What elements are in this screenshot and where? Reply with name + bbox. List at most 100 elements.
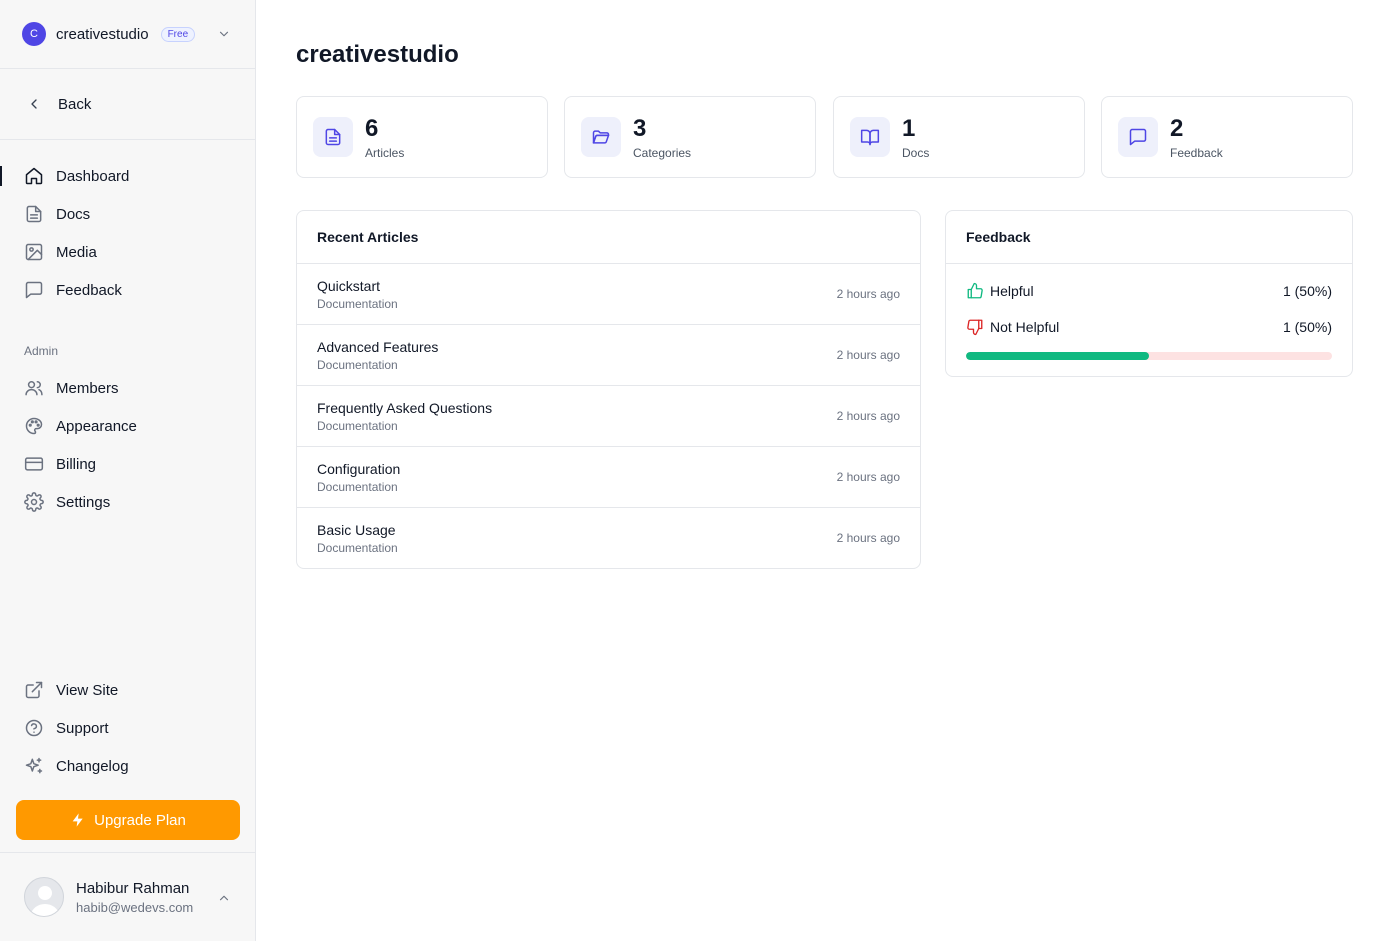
sidebar-item-settings[interactable]: Settings	[0, 483, 255, 521]
stat-card-docs: 1 Docs	[833, 96, 1085, 178]
sidebar: C creativestudio Free Back Dashboard Doc…	[0, 0, 256, 941]
article-title: Advanced Features	[317, 339, 439, 355]
palette-icon	[24, 416, 44, 436]
sidebar-item-label: Docs	[56, 205, 91, 223]
external-link-icon	[24, 680, 44, 700]
sidebar-item-label: View Site	[56, 681, 119, 699]
book-open-icon	[850, 117, 890, 157]
image-icon	[24, 242, 44, 262]
sidebar-item-label: Support	[56, 719, 109, 737]
article-doc: Documentation	[317, 297, 398, 311]
article-doc: Documentation	[317, 419, 398, 433]
list-item[interactable]: Quickstart Documentation 2 hours ago	[297, 264, 920, 325]
sidebar-item-label: Dashboard	[56, 167, 130, 185]
not-helpful-label: Not Helpful	[990, 319, 1060, 335]
sidebar-item-docs[interactable]: Docs	[0, 195, 255, 233]
feedback-ratio-bar	[966, 352, 1332, 360]
not-helpful-value: 1 (50%)	[1282, 319, 1332, 335]
stat-value: 3	[633, 115, 647, 142]
feedback-card: Feedback Helpful 1 (50%) Not Helpful 1 (…	[945, 210, 1353, 377]
upgrade-plan-label: Upgrade Plan	[94, 811, 186, 829]
back-link[interactable]: Back	[0, 69, 255, 140]
article-doc: Documentation	[317, 480, 398, 494]
gear-icon	[24, 492, 44, 512]
helpful-value: 1 (50%)	[1282, 283, 1332, 299]
document-icon	[313, 117, 353, 157]
admin-section-label: Admin	[24, 344, 59, 358]
sidebar-item-support[interactable]: Support	[0, 709, 255, 747]
sidebar-item-appearance[interactable]: Appearance	[0, 407, 255, 445]
sidebar-item-view-site[interactable]: View Site	[0, 671, 255, 709]
recent-articles-title: Recent Articles	[297, 211, 920, 264]
sidebar-item-label: Media	[56, 243, 97, 261]
recent-articles-card: Recent Articles Quickstart Documentation…	[296, 210, 921, 569]
feedback-title: Feedback	[946, 211, 1352, 264]
stat-value: 6	[365, 115, 379, 142]
stat-label: Feedback	[1170, 146, 1223, 160]
article-doc: Documentation	[317, 541, 398, 555]
sidebar-item-label: Billing	[56, 455, 97, 473]
article-time: 2 hours ago	[836, 348, 900, 362]
sidebar-item-media[interactable]: Media	[0, 233, 255, 271]
stat-label: Articles	[365, 146, 405, 160]
sidebar-item-members[interactable]: Members	[0, 369, 255, 407]
list-item[interactable]: Frequently Asked Questions Documentation…	[297, 386, 920, 447]
sidebar-item-feedback[interactable]: Feedback	[0, 271, 255, 309]
message-icon	[24, 280, 44, 300]
page-title: creativestudio	[296, 41, 459, 68]
stat-card-articles: 6 Articles	[296, 96, 548, 178]
avatar	[24, 877, 64, 917]
article-title: Basic Usage	[317, 522, 396, 538]
sidebar-item-billing[interactable]: Billing	[0, 445, 255, 483]
thumbs-down-icon	[967, 319, 983, 336]
users-icon	[24, 378, 44, 398]
stat-label: Docs	[902, 146, 930, 160]
feedback-helpful-row: Helpful 1 (50%)	[966, 281, 1332, 301]
thumbs-up-icon	[967, 282, 983, 299]
chevron-down-icon	[219, 31, 229, 37]
article-title: Quickstart	[317, 278, 381, 294]
sidebar-item-dashboard[interactable]: Dashboard	[0, 157, 255, 195]
chevron-left-icon	[31, 99, 37, 109]
credit-card-icon	[24, 454, 44, 474]
stat-card-categories: 3 Categories	[564, 96, 816, 178]
sidebar-item-label: Feedback	[56, 281, 122, 299]
folder-icon	[581, 117, 621, 157]
list-item[interactable]: Advanced Features Documentation 2 hours …	[297, 325, 920, 386]
user-name: Habibur Rahman	[76, 879, 190, 897]
sidebar-item-label: Appearance	[56, 417, 137, 435]
article-time: 2 hours ago	[836, 470, 900, 484]
sidebar-item-changelog[interactable]: Changelog	[0, 747, 255, 785]
lightning-icon	[72, 813, 83, 827]
stat-card-feedback: 2 Feedback	[1101, 96, 1353, 178]
sparkles-icon	[24, 756, 44, 776]
sidebar-item-label: Changelog	[56, 757, 129, 775]
workspace-switcher[interactable]: C creativestudio Free	[0, 0, 255, 69]
article-title: Frequently Asked Questions	[317, 400, 493, 416]
list-item[interactable]: Basic Usage Documentation 2 hours ago	[297, 508, 920, 568]
stat-value: 1	[902, 115, 916, 142]
plan-badge: Free	[160, 26, 196, 42]
upgrade-plan-button[interactable]: Upgrade Plan	[16, 800, 240, 840]
feedback-ratio-fill	[966, 352, 1149, 360]
document-icon	[24, 204, 44, 224]
workspace-avatar: C	[22, 22, 46, 46]
home-icon	[24, 166, 44, 186]
help-circle-icon	[24, 718, 44, 738]
article-doc: Documentation	[317, 358, 398, 372]
feedback-not-helpful-row: Not Helpful 1 (50%)	[966, 317, 1332, 337]
helpful-label: Helpful	[990, 283, 1034, 299]
back-label: Back	[58, 95, 92, 113]
chevron-up-icon	[219, 895, 229, 901]
message-icon	[1118, 117, 1158, 157]
user-menu[interactable]: Habibur Rahman habib@wedevs.com	[0, 852, 255, 941]
stat-value: 2	[1170, 115, 1184, 142]
article-time: 2 hours ago	[836, 409, 900, 423]
sidebar-item-label: Members	[56, 379, 119, 397]
article-time: 2 hours ago	[836, 531, 900, 545]
user-email: habib@wedevs.com	[76, 899, 194, 915]
list-item[interactable]: Configuration Documentation 2 hours ago	[297, 447, 920, 508]
sidebar-item-label: Settings	[56, 493, 111, 511]
article-title: Configuration	[317, 461, 401, 477]
article-time: 2 hours ago	[836, 287, 900, 301]
